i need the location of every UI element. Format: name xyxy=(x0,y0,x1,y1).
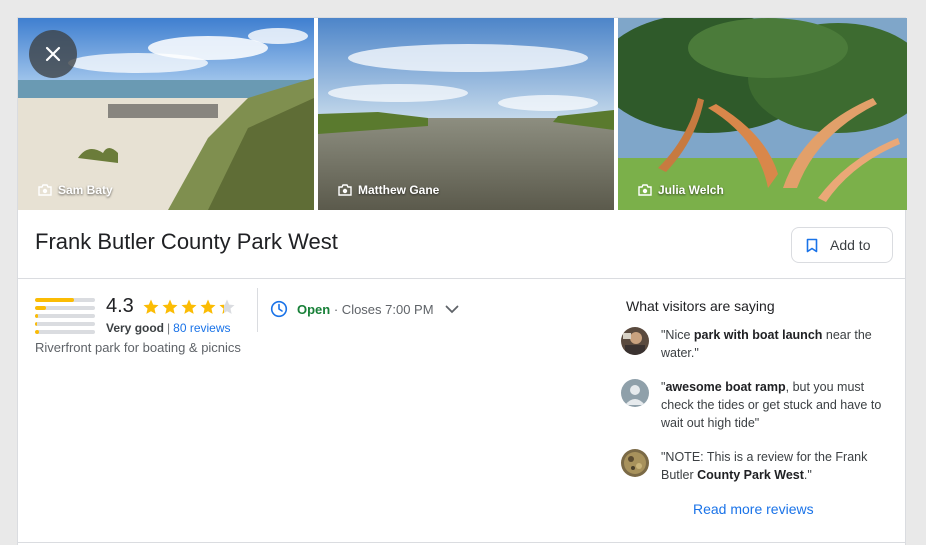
photo-credit-name: Julia Welch xyxy=(658,183,724,197)
rating-bar-4-star xyxy=(35,306,95,310)
camera-icon xyxy=(638,184,652,196)
rating-bar-5-star xyxy=(35,298,95,302)
place-card: Sam Baty Matthew Gane Julia Welch Frank … xyxy=(17,17,907,545)
avatar xyxy=(621,327,649,355)
rating-subline: Very good | 80 reviews xyxy=(106,321,231,335)
rating-bar-1-star xyxy=(35,330,95,334)
star-icon xyxy=(219,299,235,314)
trees-image xyxy=(618,18,907,210)
rating-bar-3-star xyxy=(35,314,95,318)
review-snippet[interactable]: "awesome boat ramp, but you must check t… xyxy=(621,378,893,432)
close-button[interactable] xyxy=(29,30,77,78)
photo-credit: Matthew Gane xyxy=(338,183,439,197)
photo-credit: Julia Welch xyxy=(638,183,724,197)
review-text: "awesome boat ramp, but you must check t… xyxy=(661,380,882,430)
reviews-link[interactable]: 80 reviews xyxy=(173,321,230,335)
hours-toggle[interactable]: Open · Closes 7:00 PM xyxy=(270,300,459,318)
rating-value: 4.3 xyxy=(106,295,134,317)
photo-trees[interactable]: Julia Welch xyxy=(618,18,907,210)
review-text: "NOTE: This is a review for the Frank Bu… xyxy=(661,450,868,482)
title-row: Frank Butler County Park West Add to xyxy=(18,210,905,279)
photo-river[interactable]: Matthew Gane xyxy=(318,18,614,210)
star-icon xyxy=(162,299,178,314)
star-rating xyxy=(142,298,236,316)
closing-time: · Closes 7:00 PM xyxy=(333,301,434,317)
person-icon xyxy=(621,379,649,407)
river-image xyxy=(318,18,614,210)
camera-icon xyxy=(38,184,52,196)
review-snippet[interactable]: "NOTE: This is a review for the Frank Bu… xyxy=(621,448,893,484)
bottom-divider xyxy=(18,542,905,543)
read-more-reviews-link[interactable]: Read more reviews xyxy=(693,501,814,517)
bookmark-icon xyxy=(806,238,818,252)
photo-credit: Sam Baty xyxy=(38,183,113,197)
chevron-down-icon xyxy=(445,305,458,313)
avatar xyxy=(621,379,649,407)
photo-credit-name: Sam Baty xyxy=(58,183,113,197)
open-status: Open xyxy=(297,301,331,317)
review-snippet[interactable]: "Nice park with boat launch near the wat… xyxy=(621,326,893,362)
avatar xyxy=(621,449,649,477)
add-to-button[interactable]: Add to xyxy=(791,227,893,263)
clock-icon xyxy=(270,300,288,318)
camera-icon xyxy=(338,184,352,196)
place-description: Riverfront park for boating & picnics xyxy=(35,340,241,355)
rating-bar-2-star xyxy=(35,322,95,326)
rating-distribution xyxy=(35,298,95,338)
photo-strip: Sam Baty Matthew Gane Julia Welch xyxy=(18,18,907,210)
star-icon xyxy=(143,299,159,314)
add-to-label: Add to xyxy=(830,237,871,253)
close-icon xyxy=(45,46,61,62)
star-icon xyxy=(181,299,197,314)
vertical-divider xyxy=(257,288,258,332)
star-icon xyxy=(200,299,216,314)
photo-credit-name: Matthew Gane xyxy=(358,183,440,197)
review-text: "Nice park with boat launch near the wat… xyxy=(661,328,872,360)
rating-separator: | xyxy=(167,321,171,335)
reviews-heading: What visitors are saying xyxy=(626,298,775,314)
place-title: Frank Butler County Park West xyxy=(35,229,338,254)
rating-label: Very good xyxy=(106,321,165,335)
